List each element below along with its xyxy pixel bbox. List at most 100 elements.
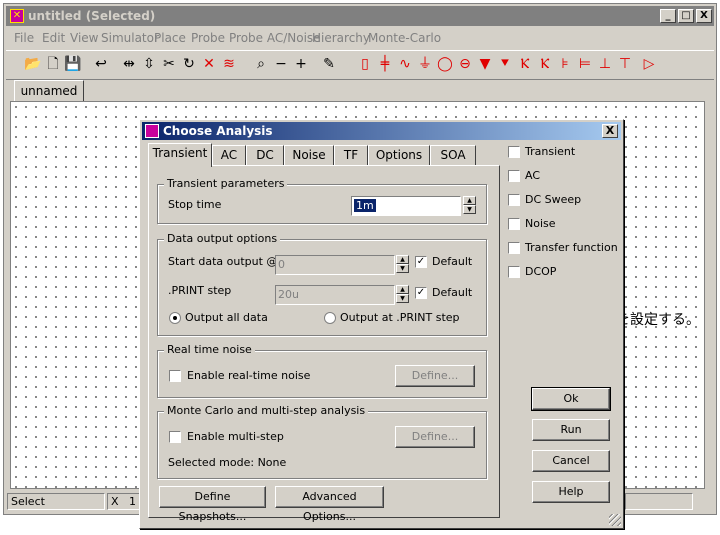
pjfet-icon[interactable]: ⊤ — [616, 55, 634, 73]
output-at-print-radio[interactable] — [324, 312, 336, 324]
flip-vertical-icon[interactable]: ⇳ — [140, 55, 158, 73]
stop-time-spinner[interactable]: ▲ ▼ — [463, 196, 476, 216]
title-bar[interactable]: ✕ untitled (Selected) _ □ X — [6, 6, 714, 26]
njfet-icon[interactable]: ⊥ — [596, 55, 614, 73]
transient-parameters-title: Transient parameters — [164, 177, 288, 190]
analysis-check-transient[interactable] — [508, 146, 520, 158]
menu-edit[interactable]: Edit — [42, 31, 65, 45]
transient-tab-panel: Transient parameters Stop time 1m ▲ ▼ Dat… — [148, 165, 500, 523]
start-data-output-spinner[interactable]: ▲ ▼ — [396, 255, 409, 275]
status-x-value: 1 — [129, 495, 137, 508]
analysis-label-ac: AC — [525, 169, 541, 182]
document-tab-unnamed[interactable]: unnamed — [14, 80, 84, 102]
close-button[interactable]: X — [696, 9, 712, 23]
rotate-icon[interactable]: ↻ — [180, 55, 198, 73]
flip-horizontal-icon[interactable]: ⇹ — [120, 55, 138, 73]
output-all-radio[interactable] — [169, 312, 181, 324]
new-file-icon[interactable]: 🗋 — [44, 55, 62, 73]
maximize-button[interactable]: □ — [678, 9, 694, 23]
cancel-button[interactable]: Cancel — [532, 450, 610, 472]
zoom-out-icon[interactable]: − — [272, 55, 290, 73]
minimize-button[interactable]: _ — [660, 9, 676, 23]
analysis-check-ac[interactable] — [508, 170, 520, 182]
zoom-in-icon[interactable]: + — [292, 55, 310, 73]
current-source-icon[interactable]: ⊖ — [456, 55, 474, 73]
enable-real-time-noise-checkbox[interactable] — [169, 370, 181, 382]
menu-view[interactable]: View — [70, 31, 98, 45]
undo-icon[interactable]: ↩ — [92, 55, 110, 73]
delete-wire-icon[interactable]: ✕ — [200, 55, 218, 73]
open-folder-icon[interactable]: 📂 — [24, 55, 42, 73]
wire-pencil-icon[interactable]: ✎ — [320, 55, 338, 73]
ok-button[interactable]: Ok — [531, 387, 611, 411]
tab-tf[interactable]: TF — [334, 145, 368, 165]
tab-noise[interactable]: Noise — [284, 145, 334, 165]
analysis-check-dc-sweep[interactable] — [508, 194, 520, 206]
menu-bar: File Edit View Simulator Place Probe Pro… — [6, 28, 714, 48]
real-time-noise-title: Real time noise — [164, 343, 255, 356]
capacitor-icon[interactable]: ╪ — [376, 55, 394, 73]
menu-place[interactable]: Place — [154, 31, 186, 45]
app-icon: ✕ — [10, 9, 24, 23]
print-step-input[interactable]: 20u — [275, 285, 395, 305]
bus-icon[interactable]: ≋ — [220, 55, 238, 73]
tab-soa[interactable]: SOA — [430, 145, 476, 165]
status-x-label: X — [111, 495, 119, 508]
analysis-check-transfer-function[interactable] — [508, 242, 520, 254]
enable-multi-step-checkbox[interactable] — [169, 431, 181, 443]
analysis-check-dcop[interactable] — [508, 266, 520, 278]
help-button[interactable]: Help — [532, 481, 610, 503]
start-default-checkbox[interactable]: ✓ — [415, 256, 427, 268]
opamp-icon[interactable]: ▷ — [640, 55, 658, 73]
menu-probe-ac-noise[interactable]: Probe AC/Noise — [229, 31, 321, 45]
tab-ac[interactable]: AC — [212, 145, 246, 165]
status-coords: X 1 — [107, 493, 141, 510]
resize-grip[interactable] — [609, 514, 621, 526]
run-button[interactable]: Run — [532, 419, 610, 441]
menu-simulator[interactable]: Simulator — [101, 31, 159, 45]
multi-step-define-button[interactable]: Define... — [395, 426, 475, 448]
menu-monte-carlo[interactable]: Monte-Carlo — [368, 31, 441, 45]
dialog-close-button[interactable]: X — [602, 124, 618, 138]
analysis-check-noise[interactable] — [508, 218, 520, 230]
ground-icon[interactable]: ⏚ — [416, 55, 434, 73]
tab-options[interactable]: Options — [368, 145, 430, 165]
resistor-icon[interactable]: ▯ — [356, 55, 374, 73]
diode-icon[interactable]: ▼ — [476, 55, 494, 73]
print-step-spinner[interactable]: ▲ ▼ — [396, 285, 409, 305]
dialog-title-bar[interactable]: Choose Analysis X — [142, 122, 621, 140]
voltage-source-icon[interactable]: ◯ — [436, 55, 454, 73]
menu-hierarchy[interactable]: Hierarchy — [312, 31, 370, 45]
inductor-icon[interactable]: ∿ — [396, 55, 414, 73]
output-all-label: Output all data — [185, 311, 268, 324]
pnp-transistor-icon[interactable]: Ⲕ — [536, 55, 554, 73]
selected-mode-text: Selected mode: None — [168, 456, 287, 469]
cut-icon[interactable]: ✂ — [160, 55, 178, 73]
menu-file[interactable]: File — [14, 31, 34, 45]
tab-dc[interactable]: DC — [246, 145, 284, 165]
zener-icon[interactable]: ⯆ — [496, 55, 514, 73]
define-snapshots-button[interactable]: Define Snapshots... — [159, 486, 266, 523]
real-time-noise-group: Real time noise Enable real-time noise D… — [157, 343, 487, 398]
print-default-checkbox[interactable]: ✓ — [415, 287, 427, 299]
stop-time-value: 1m — [354, 199, 376, 212]
dialog-app-icon — [145, 124, 159, 138]
save-icon[interactable]: 💾 — [64, 55, 82, 73]
zoom-fit-icon[interactable]: ⌕ — [252, 55, 270, 73]
toolbar: 📂 🗋 💾 ↩ ⇹ ⇳ ✂ ↻ ✕ ≋ ⌕ − + ✎ ▯ ╪ ∿ ⏚ ◯ ⊖ ▼ ⯆ Ⲕ Ⲕ ⊧ ⊨ ⊥ ⊤ ▷ — [6, 50, 714, 80]
choose-analysis-dialog: Choose Analysis X Transient AC DC Noise … — [139, 119, 624, 529]
real-time-noise-define-button[interactable]: Define... — [395, 365, 475, 387]
analysis-label-noise: Noise — [525, 217, 556, 230]
advanced-options-button[interactable]: Advanced Options... — [275, 486, 384, 523]
tab-transient[interactable]: Transient — [148, 143, 212, 167]
canvas-text: を設定する。 — [616, 312, 700, 328]
data-output-title: Data output options — [164, 232, 281, 245]
stop-time-input[interactable]: 1m — [351, 196, 461, 216]
start-data-output-input[interactable]: 0 — [275, 255, 395, 275]
nmos-icon[interactable]: ⊧ — [556, 55, 574, 73]
print-default-label: Default — [432, 286, 473, 299]
npn-transistor-icon[interactable]: Ⲕ — [516, 55, 534, 73]
pmos-icon[interactable]: ⊨ — [576, 55, 594, 73]
menu-probe[interactable]: Probe — [191, 31, 225, 45]
analysis-label-transfer-function: Transfer function — [525, 241, 618, 254]
